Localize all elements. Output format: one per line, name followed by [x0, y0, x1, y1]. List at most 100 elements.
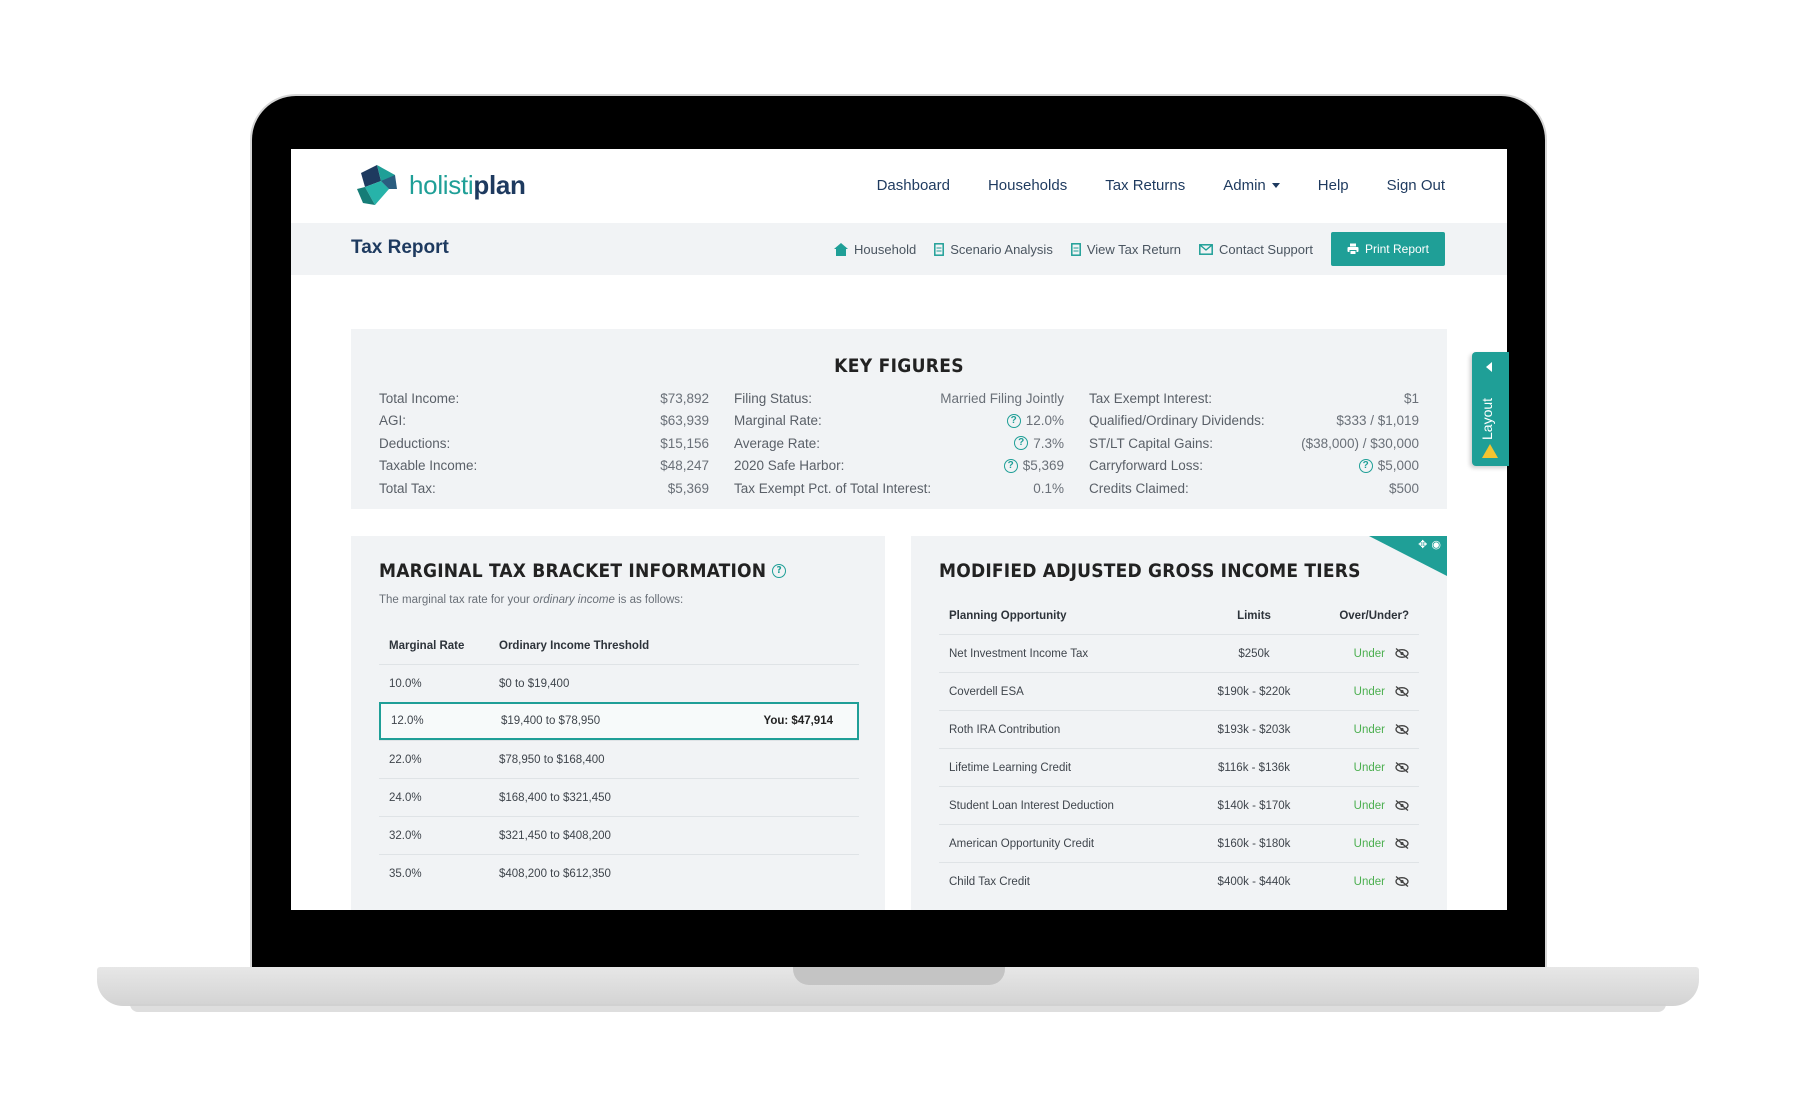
eye-slash-icon[interactable]: [1395, 800, 1409, 811]
help-circle-icon[interactable]: ?: [1003, 458, 1018, 473]
kf-value: 0.1%: [1033, 480, 1064, 496]
kf-value: $48,247: [660, 458, 709, 474]
col-header-over-under: Over/Under?: [1339, 610, 1409, 622]
kf-row: Marginal Rate:? 12.0%: [734, 410, 1064, 433]
table-row: 10.0% $0 to $19,400: [379, 664, 859, 702]
layout-tab-label: Layout: [1479, 397, 1495, 440]
cell-threshold: $0 to $19,400: [499, 677, 570, 690]
key-figures-col-3: Tax Exempt Interest: $1 Qualified/Ordinar…: [1089, 387, 1419, 500]
cell-status: Under: [1353, 875, 1385, 888]
kf-label: Qualified/Ordinary Dividends:: [1089, 413, 1265, 429]
eye-slash-icon[interactable]: [1395, 648, 1409, 659]
kf-label: 2020 Safe Harbor:: [734, 458, 845, 474]
cell-limits: $193k - $203k: [1217, 723, 1291, 736]
print-report-button[interactable]: Print Report: [1330, 232, 1445, 266]
kf-row: Tax Exempt Interest: $1: [1089, 387, 1419, 410]
move-icon[interactable]: ✥: [1418, 538, 1427, 551]
marginal-bracket-table: Marginal Rate Ordinary Income Threshold …: [379, 628, 859, 892]
eye-icon[interactable]: ◉: [1431, 538, 1441, 551]
table-row: Net Investment Income Tax $250k Under: [939, 634, 1419, 672]
cell-opportunity: Student Loan Interest Deduction: [949, 799, 1114, 812]
cell-status: Under: [1353, 837, 1385, 850]
logo-text-part2: plan: [473, 169, 526, 200]
household-link[interactable]: Household: [834, 242, 916, 257]
brand-logo[interactable]: holistiplan: [351, 159, 526, 211]
cell-limits: $160k - $180k: [1217, 837, 1291, 850]
table-header: Planning Opportunity Limits Over/Under?: [939, 598, 1419, 634]
marginal-panel-title: MARGINAL TAX BRACKET INFORMATION ?: [379, 560, 787, 582]
nav-tax-returns[interactable]: Tax Returns: [1105, 177, 1185, 194]
cell-status: Under: [1353, 685, 1385, 698]
table-row: Child Tax Credit $400k - $440k Under: [939, 862, 1419, 900]
table-row: Lifetime Learning Credit $116k - $136k U…: [939, 748, 1419, 786]
kf-row: Carryforward Loss:? $5,000: [1089, 455, 1419, 478]
printer-icon: [1347, 243, 1359, 255]
table-row: 22.0% $78,950 to $168,400: [379, 740, 859, 778]
cell-rate: 10.0%: [389, 677, 422, 690]
panel-corner-icons: ✥ ◉: [1418, 538, 1441, 551]
eye-slash-icon[interactable]: [1395, 686, 1409, 697]
marginal-panel-description: The marginal tax rate for your ordinary …: [379, 594, 683, 606]
kf-value: $63,939: [660, 413, 709, 429]
kf-row: Total Income: $73,892: [379, 387, 709, 410]
warning-icon: [1482, 444, 1498, 458]
cell-rate: 32.0%: [389, 829, 422, 842]
laptop-notch: [793, 967, 1005, 985]
col-header-rate: Marginal Rate: [389, 640, 465, 652]
help-circle-icon[interactable]: ?: [1006, 413, 1021, 428]
contact-support-link[interactable]: Contact Support: [1199, 242, 1313, 257]
cell-limits: $140k - $170k: [1217, 799, 1291, 812]
kf-label: Taxable Income:: [379, 458, 478, 474]
kf-value: 7.3%: [1033, 435, 1064, 451]
view-tax-return-link[interactable]: View Tax Return: [1070, 242, 1181, 257]
logo-text-part1: holisti: [409, 169, 474, 200]
cell-opportunity: Child Tax Credit: [949, 875, 1030, 888]
key-figures-col-1: Total Income: $73,892 AGI: $63,939 Deducti…: [379, 387, 709, 500]
kf-row: AGI: $63,939: [379, 410, 709, 433]
desc-text: The marginal tax rate for your: [379, 594, 534, 606]
eye-slash-icon[interactable]: [1395, 762, 1409, 773]
key-figures-title: KEY FIGURES: [834, 355, 964, 377]
help-circle-icon[interactable]: ?: [1014, 436, 1029, 451]
eye-slash-icon[interactable]: [1395, 838, 1409, 849]
eye-slash-icon[interactable]: [1395, 876, 1409, 887]
desc-emphasis: ordinary income: [533, 594, 615, 606]
cell-limits: $190k - $220k: [1217, 685, 1291, 698]
cell-threshold: $408,200 to $612,350: [499, 867, 611, 880]
layout-side-tab[interactable]: Layout: [1472, 352, 1509, 466]
print-report-label: Print Report: [1364, 242, 1429, 256]
nav-admin[interactable]: Admin: [1223, 177, 1280, 194]
caret-left-icon: [1486, 362, 1492, 372]
cell-threshold: $321,450 to $408,200: [499, 829, 611, 842]
table-header: Marginal Rate Ordinary Income Threshold: [379, 628, 859, 664]
kf-row: Qualified/Ordinary Dividends: $333 / $1,0…: [1089, 410, 1419, 433]
help-circle-icon[interactable]: ?: [772, 564, 787, 578]
kf-label: Tax Exempt Interest:: [1089, 390, 1213, 406]
cell-rate: 35.0%: [389, 867, 422, 880]
table-row: 35.0% $408,200 to $612,350: [379, 854, 859, 892]
kf-row: Tax Exempt Pct. of Total Interest: 0.1%: [734, 477, 1064, 500]
kf-value: $1: [1403, 390, 1419, 406]
kf-value: $15,156: [660, 435, 709, 451]
report-actions: Household Scenario Analysis View Tax Ret…: [834, 232, 1445, 266]
nav-dashboard[interactable]: Dashboard: [877, 177, 950, 194]
kf-label: ST/LT Capital Gains:: [1089, 435, 1214, 451]
cell-status: Under: [1353, 761, 1385, 774]
table-row: Roth IRA Contribution $193k - $203k Unde…: [939, 710, 1419, 748]
kf-row: Credits Claimed: $500: [1089, 477, 1419, 500]
magi-table: Planning Opportunity Limits Over/Under? …: [939, 598, 1419, 900]
eye-slash-icon[interactable]: [1395, 724, 1409, 735]
table-row: American Opportunity Credit $160k - $180…: [939, 824, 1419, 862]
sub-toolbar: Tax Report Household Scenario Analysis V…: [291, 223, 1507, 275]
nav-help[interactable]: Help: [1318, 177, 1349, 194]
kf-row: ST/LT Capital Gains: ($38,000) / $30,000: [1089, 432, 1419, 455]
nav-sign-out[interactable]: Sign Out: [1387, 177, 1445, 194]
help-circle-icon[interactable]: ?: [1358, 458, 1373, 473]
nav-households[interactable]: Households: [988, 177, 1067, 194]
table-row: Coverdell ESA $190k - $220k Under: [939, 672, 1419, 710]
envelope-icon: [1199, 243, 1213, 255]
cell-limits: $116k - $136k: [1217, 761, 1291, 774]
cell-opportunity: Roth IRA Contribution: [949, 723, 1061, 736]
key-figures-panel: KEY FIGURES Total Income: $73,892 AGI: $63…: [351, 329, 1447, 509]
scenario-analysis-link[interactable]: Scenario Analysis: [934, 242, 1053, 257]
